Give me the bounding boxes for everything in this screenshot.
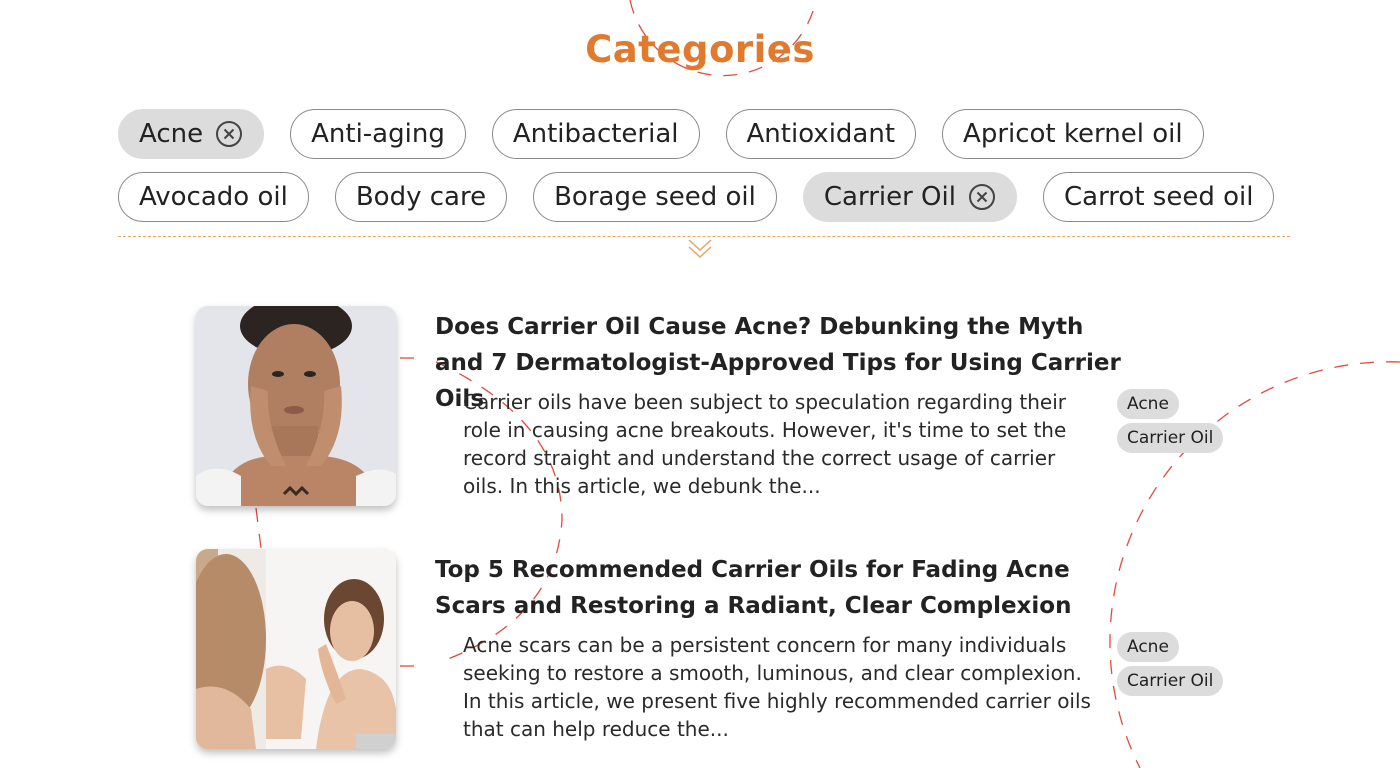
page-title: Categories xyxy=(585,28,815,71)
category-chip-acne[interactable]: Acne xyxy=(118,109,265,159)
category-chip-label: Borage seed oil xyxy=(554,182,756,212)
article-card: Does Carrier Oil Cause Acne? Debunking t… xyxy=(196,306,1246,506)
category-chip-antioxidant[interactable]: Antioxidant xyxy=(725,109,917,159)
category-chip-label: Body care xyxy=(355,182,487,212)
tag-carrier-oil[interactable]: Carrier Oil xyxy=(1117,423,1224,453)
category-chip-label: Antibacterial xyxy=(512,119,679,149)
category-chip-label: Carrier Oil xyxy=(823,182,956,212)
category-chip-body-care[interactable]: Body care xyxy=(334,172,508,222)
category-chip-avocado-oil[interactable]: Avocado oil xyxy=(118,172,309,222)
article-thumbnail[interactable] xyxy=(196,549,396,749)
article-card: Top 5 Recommended Carrier Oils for Fadin… xyxy=(196,549,1246,749)
tag-acne[interactable]: Acne xyxy=(1117,632,1179,662)
chevron-down-icon[interactable] xyxy=(686,238,714,260)
tag-acne[interactable]: Acne xyxy=(1117,389,1179,419)
category-chip-label: Anti-aging xyxy=(311,119,445,149)
category-chip-apricot-kernel-oil[interactable]: Apricot kernel oil xyxy=(942,109,1204,159)
close-circle-icon[interactable] xyxy=(215,120,243,148)
tag-carrier-oil[interactable]: Carrier Oil xyxy=(1117,666,1224,696)
category-filter: Acne Anti-aging Antibacterial Antioxidan… xyxy=(118,109,1308,235)
article-tags: Acne Carrier Oil xyxy=(1117,632,1224,696)
close-circle-icon[interactable] xyxy=(968,183,996,211)
category-chip-label: Apricot kernel oil xyxy=(963,119,1183,149)
article-excerpt: Carrier oils have been subject to specul… xyxy=(463,390,1067,498)
page: Categories Acne Anti-aging Antibacterial… xyxy=(0,0,1400,768)
category-chip-carrier-oil[interactable]: Carrier Oil xyxy=(802,172,1017,222)
category-divider xyxy=(118,236,1290,237)
category-row-2: Avocado oil Body care Borage seed oil Ca… xyxy=(118,172,1308,222)
category-chip-antibacterial[interactable]: Antibacterial xyxy=(491,109,700,159)
article-thumbnail[interactable] xyxy=(196,306,396,506)
category-chip-label: Antioxidant xyxy=(746,119,896,149)
category-chip-label: Acne xyxy=(139,119,204,149)
category-chip-carrot-seed-oil[interactable]: Carrot seed oil xyxy=(1042,172,1275,222)
category-chip-label: Avocado oil xyxy=(139,182,288,212)
category-chip-label: Carrot seed oil xyxy=(1063,182,1254,212)
category-row-1: Acne Anti-aging Antibacterial Antioxidan… xyxy=(118,109,1308,159)
article-tags: Acne Carrier Oil xyxy=(1117,389,1224,453)
article-excerpt: Acne scars can be a persistent concern f… xyxy=(463,633,1091,741)
article-title[interactable]: Top 5 Recommended Carrier Oils for Fadin… xyxy=(435,552,1125,624)
category-chip-anti-aging[interactable]: Anti-aging xyxy=(290,109,466,159)
category-chip-borage-seed-oil[interactable]: Borage seed oil xyxy=(533,172,777,222)
